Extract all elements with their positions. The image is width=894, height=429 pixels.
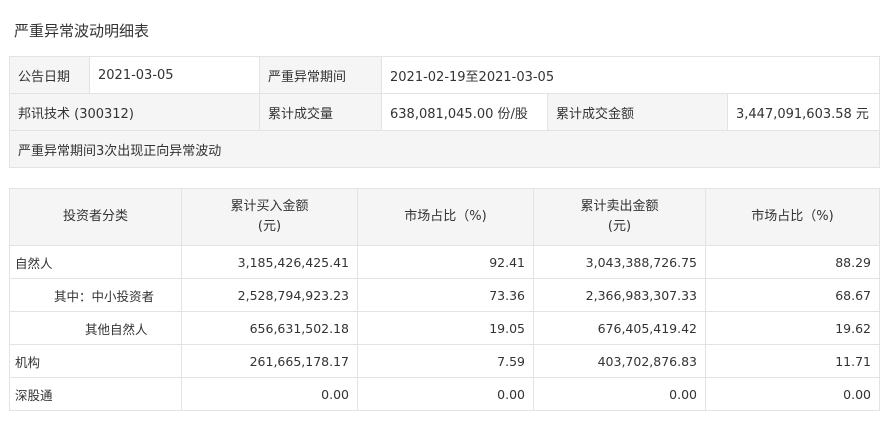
summary-row-date: 公告日期 2021-03-05 严重异常期间 2021-02-19至2021-0…	[9, 56, 881, 94]
investor-detail-table: 投资者分类 累计买入金额 (元) 市场占比（%) 累计卖出金额 (元) 市场占比…	[9, 188, 880, 411]
row-category: 深股通	[9, 377, 182, 411]
row-sell-amount: 403,702,876.83	[533, 344, 706, 378]
header-buy-amount-line2: (元)	[257, 219, 282, 234]
anomaly-note: 严重异常期间3次出现正向异常波动	[8, 130, 881, 168]
header-sell-amount-line1: 累计卖出金额	[580, 199, 659, 214]
row-buy-share: 92.41	[357, 245, 534, 279]
row-sell-amount: 676,405,419.42	[533, 311, 706, 345]
table-row: 深股通 0.00 0.00 0.00 0.00	[9, 377, 880, 411]
row-buy-amount: 656,631,502.18	[181, 311, 358, 345]
table-row: 其他自然人 656,631,502.18 19.05 676,405,419.4…	[9, 311, 880, 345]
row-buy-amount: 3,185,426,425.41	[181, 245, 358, 279]
row-buy-amount: 2,528,794,923.23	[181, 278, 358, 312]
table-row: 其中：中小投资者 2,528,794,923.23 73.36 2,366,98…	[9, 278, 880, 312]
row-sell-share: 19.62	[705, 311, 880, 345]
row-sell-share: 68.67	[705, 278, 880, 312]
announce-date-label: 公告日期	[9, 56, 90, 94]
amount-value: 3,447,091,603.58 元	[726, 93, 881, 131]
row-category: 机构	[9, 344, 182, 378]
row-sell-amount: 2,366,983,307.33	[533, 278, 706, 312]
row-sell-share: 11.71	[705, 344, 880, 378]
row-category: 其他自然人	[9, 311, 182, 345]
row-sell-share: 0.00	[705, 377, 880, 411]
header-category: 投资者分类	[9, 188, 182, 246]
header-buy-amount-line1: 累计买入金额	[230, 199, 309, 214]
summary-table: 公告日期 2021-03-05 严重异常期间 2021-02-19至2021-0…	[8, 56, 881, 168]
row-category: 其中：中小投资者	[9, 278, 182, 312]
detail-header-row: 投资者分类 累计买入金额 (元) 市场占比（%) 累计卖出金额 (元) 市场占比…	[9, 188, 880, 246]
row-buy-share: 73.36	[357, 278, 534, 312]
announce-date-value: 2021-03-05	[89, 56, 260, 94]
table-row: 机构 261,665,178.17 7.59 403,702,876.83 11…	[9, 344, 880, 378]
amount-label: 累计成交金额	[547, 93, 728, 131]
period-value: 2021-02-19至2021-03-05	[380, 56, 881, 94]
stock-name: 邦讯技术 (300312)	[9, 93, 260, 131]
row-buy-amount: 0.00	[181, 377, 358, 411]
row-sell-share: 88.29	[705, 245, 880, 279]
row-sell-amount: 0.00	[533, 377, 706, 411]
row-buy-share: 0.00	[357, 377, 534, 411]
volume-label: 累计成交量	[259, 93, 382, 131]
row-buy-share: 19.05	[357, 311, 534, 345]
header-sell-amount: 累计卖出金额 (元)	[533, 188, 706, 246]
header-sell-share: 市场占比（%)	[705, 188, 880, 246]
header-buy-amount: 累计买入金额 (元)	[181, 188, 358, 246]
table-row: 自然人 3,185,426,425.41 92.41 3,043,388,726…	[9, 245, 880, 279]
page-title: 严重异常波动明细表	[14, 22, 150, 40]
row-buy-share: 7.59	[357, 344, 534, 378]
row-sell-amount: 3,043,388,726.75	[533, 245, 706, 279]
summary-row-stock: 邦讯技术 (300312) 累计成交量 638,081,045.00 份/股 累…	[9, 93, 881, 131]
row-category: 自然人	[9, 245, 182, 279]
period-label: 严重异常期间	[259, 56, 382, 94]
summary-row-note: 严重异常期间3次出现正向异常波动	[8, 130, 881, 168]
header-buy-share: 市场占比（%)	[357, 188, 534, 246]
volume-value: 638,081,045.00 份/股	[381, 93, 548, 131]
row-buy-amount: 261,665,178.17	[181, 344, 358, 378]
header-sell-amount-line2: (元)	[607, 219, 632, 234]
